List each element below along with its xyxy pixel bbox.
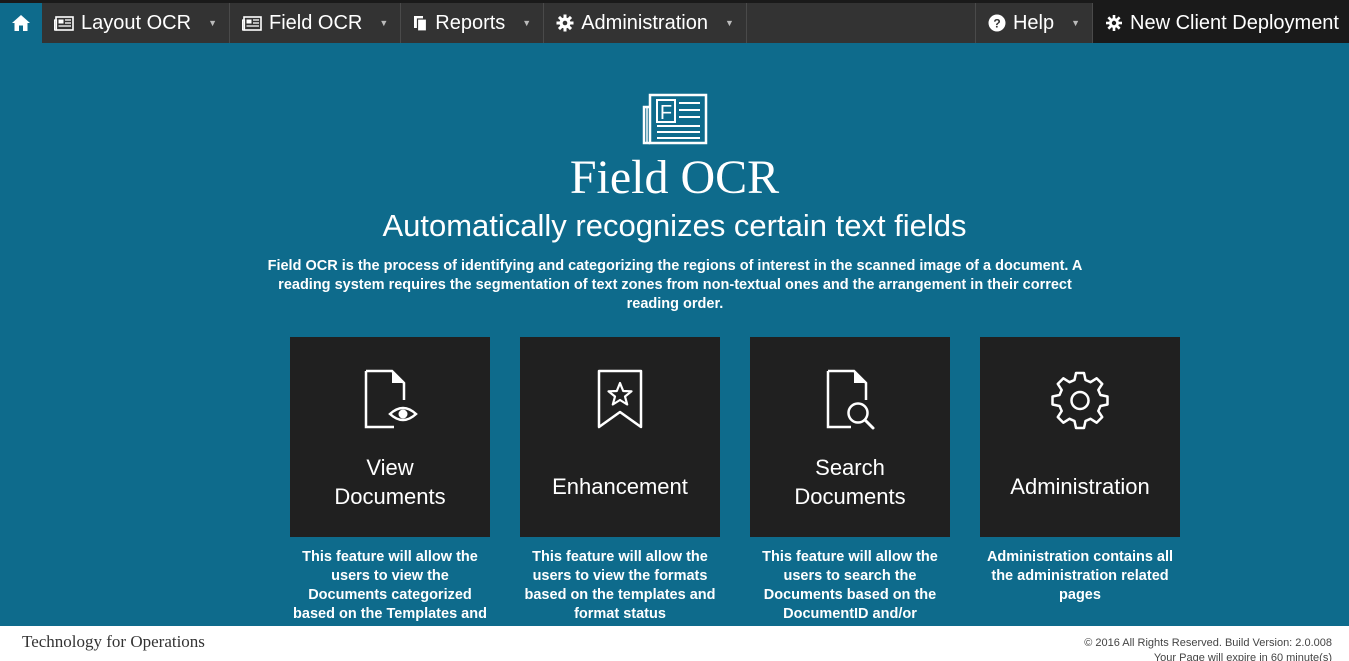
tile-description-view-documents: This feature will allow the users to vie… xyxy=(293,549,487,622)
caret-down-icon: ▼ xyxy=(1071,18,1081,28)
tile-administration[interactable]: Administration xyxy=(980,337,1180,537)
page-subtitle: Automatically recognizes certain text fi… xyxy=(382,208,967,243)
caret-down-icon: ▼ xyxy=(208,18,217,28)
nav-administration-label: Administration xyxy=(581,11,708,34)
nav-layout-ocr[interactable]: Layout OCR ▼ xyxy=(42,3,230,43)
caret-down-icon: ▼ xyxy=(522,18,532,28)
nav-layout-ocr-label: Layout OCR xyxy=(81,11,192,34)
document-search-icon xyxy=(826,369,875,430)
tile-label-line1: View xyxy=(366,455,414,480)
tile-label-line2: Documents xyxy=(794,484,906,509)
tile-search-documents[interactable]: Search Documents xyxy=(750,337,950,537)
tile-label-line1: Search xyxy=(815,455,885,480)
tile-label-line1: Administration xyxy=(1010,474,1150,499)
footer: Technology for Operations © 2016 All Rig… xyxy=(0,626,1349,661)
newspaper-icon xyxy=(54,15,74,31)
nav-administration[interactable]: Administration ▼ xyxy=(544,3,747,43)
footer-info: © 2016 All Rights Reserved. Build Versio… xyxy=(1084,636,1332,661)
bookmark-star-icon xyxy=(597,369,643,429)
tile-icon-wrap xyxy=(980,367,1180,431)
nav-field-ocr[interactable]: Field OCR ▼ xyxy=(230,3,402,43)
nav-reports-label: Reports xyxy=(435,11,506,34)
tile-icon-wrap xyxy=(290,367,490,431)
tile-description-search-documents: This feature will allow the users to sea… xyxy=(762,549,938,622)
newspaper-f-icon: F xyxy=(642,93,708,145)
tile-view-documents[interactable]: View Documents xyxy=(290,337,490,537)
svg-text:?: ? xyxy=(993,17,1000,31)
gear-icon xyxy=(556,14,574,32)
tile-label-line2: Documents xyxy=(334,484,446,509)
tile-icon-wrap xyxy=(750,367,950,431)
caret-down-icon: ▼ xyxy=(379,18,389,28)
svg-text:F: F xyxy=(660,102,672,124)
document-eye-icon xyxy=(364,369,418,429)
nav-help-label: Help xyxy=(1012,11,1055,34)
home-icon xyxy=(12,15,30,31)
nav-help[interactable]: ? Help ▼ xyxy=(974,3,1094,43)
page-description: Field OCR is the process of identifying … xyxy=(267,258,1083,312)
footer-session-expiry: Your Page will expire in 60 minute(s) xyxy=(1153,652,1332,661)
nav-new-client-deployment-label: New Client Deployment xyxy=(1130,11,1339,34)
footer-copyright: © 2016 All Rights Reserved. Build Versio… xyxy=(1084,637,1332,649)
footer-brand: Technology for Operations xyxy=(22,632,205,651)
home-button[interactable] xyxy=(0,3,42,43)
tile-label-line1: Enhancement xyxy=(552,474,688,499)
nav-field-ocr-label: Field OCR xyxy=(268,11,363,34)
question-circle-icon: ? xyxy=(988,14,1006,32)
cogs-icon xyxy=(1106,15,1123,31)
nav-reports[interactable]: Reports ▼ xyxy=(401,3,545,43)
page-title: Field OCR xyxy=(569,151,780,204)
tile-description-enhancement: This feature will allow the users to vie… xyxy=(524,549,716,622)
top-navbar: Layout OCR ▼ Field OCR ▼ Reports ▼ Admin… xyxy=(0,0,1349,43)
nav-new-client-deployment[interactable]: New Client Deployment xyxy=(1093,3,1349,43)
copy-icon xyxy=(414,15,428,32)
gear-icon xyxy=(1051,371,1109,430)
tile-icon-wrap xyxy=(520,367,720,431)
caret-down-icon: ▼ xyxy=(724,18,734,28)
tile-enhancement[interactable]: Enhancement xyxy=(520,337,720,537)
tile-description-administration: Administration contains all the administ… xyxy=(986,549,1174,603)
newspaper-icon xyxy=(241,15,262,31)
